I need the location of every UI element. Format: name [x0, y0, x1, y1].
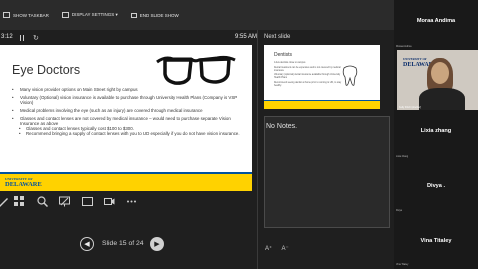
- footer-band: [0, 172, 252, 174]
- university-logo: UNIVERSITY OF DELAWARE: [5, 176, 42, 188]
- bullet-item: Glasses and contact lenses are not cover…: [12, 116, 244, 126]
- logo-line2: DELAWARE: [5, 181, 42, 188]
- participant-name: Moraa Andima: [416, 18, 456, 24]
- subtitles-icon[interactable]: [82, 196, 93, 207]
- next-slide-button[interactable]: ▶: [150, 237, 164, 251]
- grid-icon[interactable]: [14, 196, 25, 207]
- current-time: 9:55 AM: [234, 34, 257, 40]
- slide-bullets: Many vision provider options on Main Str…: [12, 87, 244, 136]
- display-icon: [61, 12, 69, 18]
- next-slide-thumbnail[interactable]: Dentists A few dentists close to campus …: [264, 45, 380, 109]
- sub-bullet-item: Recommend bringing a supply of contact l…: [12, 131, 244, 136]
- slide-title: Eye Doctors: [12, 63, 81, 77]
- participant-tile[interactable]: Vina Titaley Vina Titaley: [394, 217, 478, 267]
- display-settings-button[interactable]: DISPLAY SETTINGS ▾: [61, 12, 118, 18]
- participant-name: Vina Titaley: [420, 238, 452, 244]
- presenter-tools: [0, 193, 150, 211]
- eyeglasses-image: [156, 55, 236, 85]
- end-show-icon: [130, 12, 137, 18]
- participant-sublabel: Lixia zhang: [396, 155, 409, 158]
- bullet-item: Medical problems involving the eye (such…: [12, 108, 244, 113]
- pane-divider[interactable]: [257, 30, 258, 269]
- previous-arrow-icon: ◀: [84, 241, 90, 248]
- black-screen-icon[interactable]: [59, 196, 70, 207]
- decrease-font-button[interactable]: A⁻: [282, 246, 289, 252]
- elapsed-timer: 3:12: [1, 34, 13, 40]
- participant-sublabel: Moraa Andima: [396, 45, 412, 48]
- camera-icon[interactable]: [104, 196, 115, 207]
- participant-tile[interactable]: Lixia zhang Lixia zhang: [394, 112, 478, 158]
- taskbar-icon: [3, 12, 10, 18]
- display-settings-label: DISPLAY SETTINGS ▾: [71, 12, 118, 17]
- zoom-icon[interactable]: [37, 196, 48, 207]
- next-arrow-icon: ▶: [154, 241, 160, 248]
- participant-tile[interactable]: Moraa Andima: [394, 0, 478, 46]
- participants-panel: Moraa Andima Moraa Andima UNIVERSITY OF …: [394, 0, 478, 269]
- slide-counter[interactable]: Slide 15 of 24: [102, 240, 144, 247]
- video-caption: Kelly Fritch (she/her): [399, 106, 422, 109]
- increase-font-button[interactable]: A⁺: [265, 246, 272, 252]
- notes-font-controls: A⁺ A⁻: [265, 245, 297, 252]
- person-face: [431, 62, 449, 84]
- pause-timer-icon[interactable]: [20, 35, 24, 41]
- next-slide-heading: Next slide: [264, 34, 291, 40]
- speaker-notes[interactable]: No Notes.: [264, 116, 390, 228]
- next-slide-title: Dentists: [274, 52, 293, 58]
- presenter-toolbar: SHOW TASKBAR DISPLAY SETTINGS ▾ END SLID…: [0, 0, 395, 30]
- bullet-item: Voluntary (Optional) vision insurance is…: [12, 95, 244, 105]
- end-slide-show-button[interactable]: END SLIDE SHOW: [130, 12, 179, 18]
- more-options-icon[interactable]: [126, 196, 137, 207]
- next-bullet-item: Voluntary (optional) dental insurance av…: [274, 74, 341, 79]
- tooth-image: [342, 65, 358, 86]
- next-bullet-item: Recommend seeing dentist at home prior t…: [274, 81, 342, 87]
- pen-icon[interactable]: [0, 196, 9, 207]
- participant-sublabel: Vina Titaley: [396, 263, 409, 266]
- slide-navigation: ◀ Slide 15 of 24 ▶: [80, 237, 166, 253]
- show-taskbar-label: SHOW TASKBAR: [13, 12, 49, 18]
- participant-tile[interactable]: Divya . Divya: [394, 162, 478, 212]
- slide-footer: UNIVERSITY OF DELAWARE: [0, 172, 252, 191]
- timer-row: 3:12 ↻ 9:55 AM: [0, 34, 262, 44]
- bullet-item: Many vision provider options on Main Str…: [12, 87, 244, 92]
- participant-name: Divya .: [426, 183, 446, 189]
- person-body: [419, 88, 465, 110]
- next-bullet-item: A few dentists close to campus: [274, 62, 306, 64]
- participant-video[interactable]: UNIVERSITY OF DELAWARE Kelly Fritch (she…: [397, 50, 478, 110]
- participant-name: Lixia zhang: [420, 128, 452, 134]
- next-bullet-item: Dental treatment can be expensive and is…: [274, 66, 341, 72]
- next-slide-footer: [264, 100, 380, 109]
- end-slide-show-label: END SLIDE SHOW: [139, 12, 179, 18]
- show-taskbar-button[interactable]: SHOW TASKBAR: [3, 12, 49, 18]
- participant-sublabel: Divya: [396, 209, 402, 212]
- notes-text: No Notes.: [266, 123, 298, 130]
- previous-slide-button[interactable]: ◀: [80, 237, 94, 251]
- presenter-view: SHOW TASKBAR DISPLAY SETTINGS ▾ END SLID…: [0, 0, 478, 269]
- reset-timer-icon[interactable]: ↻: [33, 34, 39, 42]
- current-slide: Eye Doctors Many vision provider options…: [0, 45, 252, 191]
- next-slide-bullets: A few dentists close to campus Dental tr…: [274, 62, 342, 89]
